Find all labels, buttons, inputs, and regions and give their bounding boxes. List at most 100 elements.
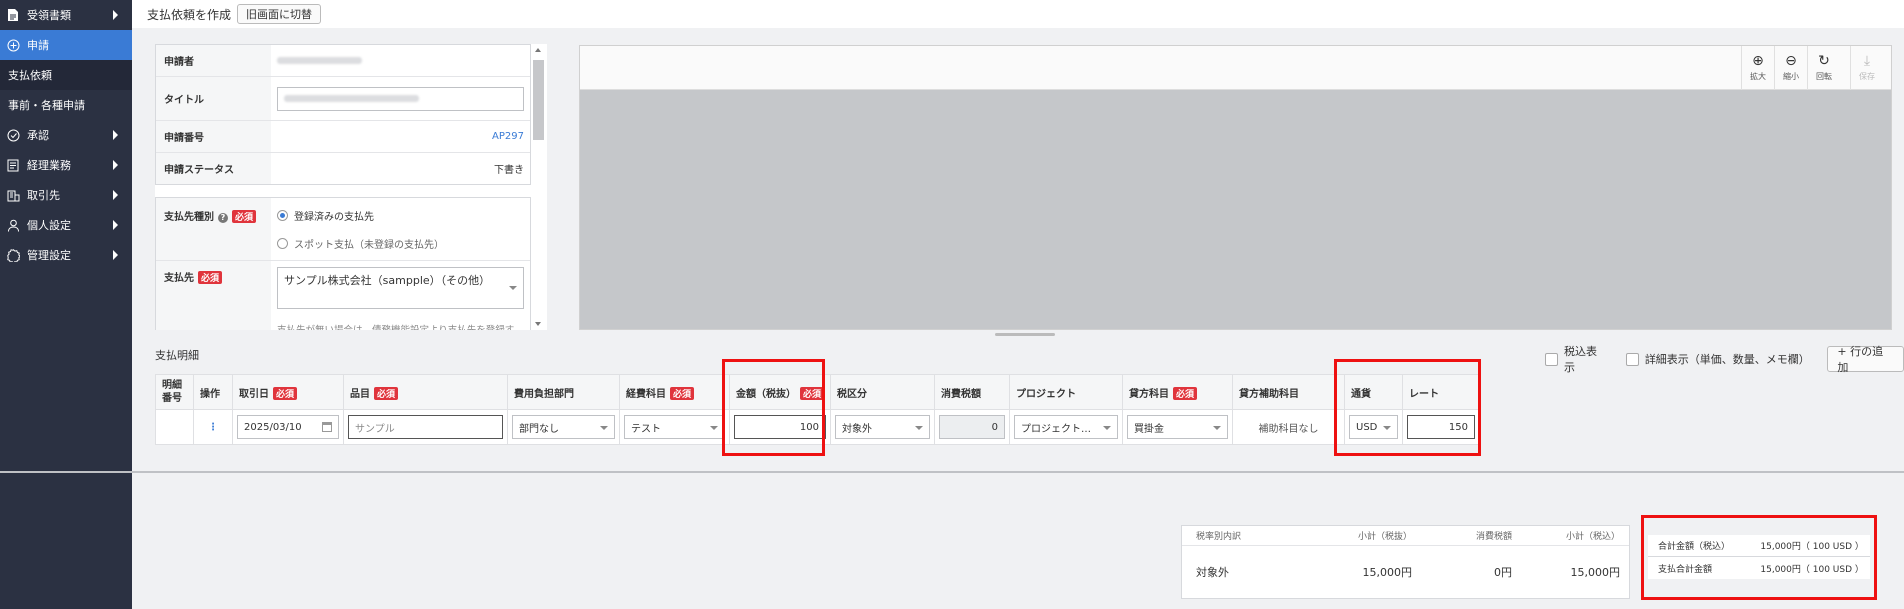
- payee-row: 支払先必須 サンプル株式会社（sampple）（その他） 支払先が無い場合は、債…: [156, 261, 530, 330]
- sidebar-item-clients[interactable]: 取引先: [0, 180, 132, 210]
- save-label: 保存: [1859, 72, 1875, 81]
- form-scrollbar[interactable]: [533, 48, 544, 326]
- required-badge: 必須: [800, 386, 825, 400]
- zoom-in-button[interactable]: ⊕ 拡大: [1741, 46, 1774, 90]
- sidebar: 受領書類 申請 支払依頼 事前・各種申請 承認 経理業務 取引先 個人設定 管理…: [0, 0, 132, 609]
- required-badge: 必須: [198, 271, 223, 284]
- lines-controls: 税込表示 詳細表示（単価、数量、メモ欄） + 行の追加: [1545, 343, 1904, 375]
- detail-display-checkbox[interactable]: 詳細表示（単価、数量、メモ欄）: [1625, 351, 1810, 367]
- date-input[interactable]: 2025/03/10: [237, 415, 339, 439]
- checkbox-box[interactable]: [1625, 352, 1639, 366]
- sidebar-item-admin-settings[interactable]: 管理設定: [0, 240, 132, 270]
- chevron-right-icon: [113, 250, 118, 260]
- sidebar-item-accounting[interactable]: 経理業務: [0, 150, 132, 180]
- department-select[interactable]: 部門なし: [512, 415, 615, 439]
- col-project: プロジェクト: [1009, 374, 1124, 410]
- project-value: プロジェクト…: [1021, 423, 1092, 435]
- tax-inclusive-checkbox[interactable]: 税込表示: [1545, 343, 1608, 375]
- payee-type-registered-option[interactable]: 登録済みの支払先: [277, 208, 374, 223]
- applicant-value: [271, 45, 530, 76]
- calendar-icon[interactable]: [322, 422, 332, 432]
- payee-hint: 支払先が無い場合は、債務機能設定より支払先を登録す: [277, 322, 514, 330]
- payment-lines-title: 支払明細: [155, 349, 199, 362]
- chevron-down-icon: [509, 286, 517, 290]
- zoom-in-label: 拡大: [1750, 72, 1766, 81]
- sidebar-item-label: 個人設定: [27, 219, 71, 232]
- chevron-right-icon: [113, 160, 118, 170]
- tax-amount-cell: 0: [934, 409, 1011, 445]
- add-row-button[interactable]: + 行の追加: [1827, 345, 1904, 374]
- checkbox-box[interactable]: [1545, 352, 1558, 366]
- col-amount: 金額（税抜） 必須: [728, 374, 832, 410]
- scroll-up-icon[interactable]: [535, 48, 541, 52]
- col-account-label: 経費科目: [626, 388, 666, 400]
- col-tax: 消費税額: [1475, 532, 1512, 542]
- col-date-label: 取引日: [239, 388, 269, 400]
- payment-total-label: 支払合計金額: [1658, 564, 1713, 575]
- credit-account-cell: 買掛金: [1122, 409, 1234, 445]
- required-badge: 必須: [1173, 386, 1198, 400]
- sidebar-item-apply[interactable]: 申請: [0, 30, 132, 60]
- col-item-label: 品目: [350, 388, 370, 400]
- item-input[interactable]: サンプル: [348, 415, 503, 439]
- zoom-out-label: 縮小: [1783, 72, 1799, 81]
- scrollbar-thumb[interactable]: [533, 60, 544, 140]
- save-button[interactable]: ⤓ 保存: [1850, 46, 1883, 90]
- payee-type-spot-option[interactable]: スポット支払（未登録の支払先）: [277, 236, 444, 251]
- rate-value: 150: [1448, 421, 1469, 433]
- currency-select[interactable]: USD: [1349, 415, 1399, 439]
- tax-type-select[interactable]: 対象外: [835, 415, 931, 439]
- payment-total-value: 15,000円: [1760, 564, 1801, 575]
- department-cell: 部門なし: [507, 409, 620, 445]
- tax-breakdown-row: 対象外 15,000円 0円 15,000円: [1182, 546, 1629, 598]
- zoom-out-button[interactable]: ⊖ 縮小: [1774, 46, 1807, 90]
- rate-cell: 150: [1402, 409, 1481, 445]
- title-input[interactable]: [277, 86, 524, 111]
- radio-unselected[interactable]: [277, 237, 288, 249]
- applicant-row: 申請者: [156, 45, 530, 77]
- scroll-down-icon[interactable]: [535, 322, 541, 326]
- project-select[interactable]: プロジェクト…: [1014, 415, 1119, 439]
- credit-account-select[interactable]: 買掛金: [1127, 415, 1229, 439]
- amount-input[interactable]: 100: [734, 415, 827, 439]
- rotate-icon: ↻: [1818, 53, 1830, 69]
- required-badge: 必須: [232, 210, 257, 223]
- sidebar-subitem-payment-request[interactable]: 支払依頼: [0, 60, 132, 90]
- help-icon[interactable]: ?: [218, 213, 228, 223]
- application-number-value[interactable]: AP297: [271, 121, 530, 152]
- required-badge: 必須: [273, 386, 298, 400]
- table-row: ⋮ 2025/03/10 サンプル 部門なし テスト 100 対象外 0 プロジ…: [155, 409, 1481, 445]
- credit-sub-account-cell: 補助科目なし: [1232, 409, 1346, 445]
- sidebar-item-personal-settings[interactable]: 個人設定: [0, 210, 132, 240]
- document-icon: [6, 8, 20, 22]
- chevron-right-icon: [113, 190, 118, 200]
- switch-legacy-button[interactable]: 旧画面に切替: [237, 4, 322, 24]
- tax-breakdown-table: 税率別内訳 小計（税抜） 消費税額 小計（税込） 対象外 15,000円 0円 …: [1181, 525, 1630, 599]
- resize-handle[interactable]: [995, 333, 1055, 336]
- ledger-icon: [6, 158, 20, 172]
- line-number-cell: [155, 409, 194, 445]
- checkbox-label: 詳細表示（単価、数量、メモ欄）: [1644, 353, 1810, 366]
- payee-select-value: サンプル株式会社（sampple）（その他）: [284, 274, 491, 287]
- chevron-down-icon: [1213, 426, 1222, 430]
- sidebar-item-label: 承認: [27, 129, 49, 142]
- check-circle-icon: [6, 128, 20, 142]
- kebab-menu-icon[interactable]: ⋮: [193, 409, 233, 445]
- account-select[interactable]: テスト: [624, 415, 725, 439]
- sidebar-subitem-pre-application[interactable]: 事前・各種申請: [0, 90, 132, 120]
- rate-input[interactable]: 150: [1407, 415, 1476, 439]
- credit-sub-account-value: 補助科目なし: [1258, 423, 1319, 435]
- payee-select[interactable]: サンプル株式会社（sampple）（その他）: [277, 267, 524, 309]
- payee-type-label: 支払先種別: [164, 212, 214, 223]
- preview-toolbar: ⊕ 拡大 ⊖ 縮小 ↻ 回転 ⤓ 保存: [580, 46, 1891, 90]
- department-value: 部門なし: [519, 423, 559, 435]
- date-value: 2025/03/10: [244, 421, 302, 433]
- col-operation: 操作: [193, 374, 233, 410]
- checkbox-label: 税込表示: [1563, 345, 1597, 374]
- sidebar-item-received-docs[interactable]: 受領書類: [0, 0, 132, 30]
- table-header-row: 明細番号 操作 取引日 必須 品目 必須 費用負担部門 経費科目 必須 金額（税抜）必…: [155, 374, 1481, 410]
- rotate-button[interactable]: ↻ 回転: [1807, 46, 1840, 90]
- radio-selected[interactable]: [277, 209, 288, 221]
- sidebar-item-approval[interactable]: 承認: [0, 120, 132, 150]
- sidebar-item-label: 申請: [27, 39, 49, 52]
